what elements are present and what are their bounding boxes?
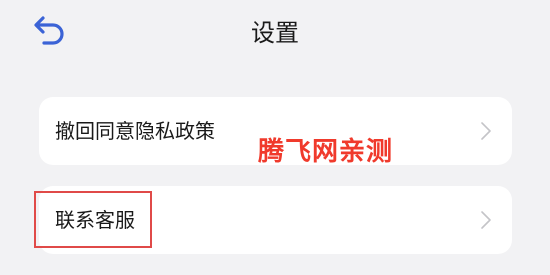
menu-item-contact-support[interactable]: 联系客服 [39,186,512,254]
watermark-text: 腾飞网亲测 [258,137,394,167]
menu-item-label: 联系客服 [55,208,135,232]
chevron-right-icon [481,122,491,140]
chevron-right-icon [481,211,491,229]
menu-item-label: 撤回同意隐私政策 [55,119,215,143]
header-bar: 设置 [0,0,550,70]
page-title: 设置 [251,19,299,47]
